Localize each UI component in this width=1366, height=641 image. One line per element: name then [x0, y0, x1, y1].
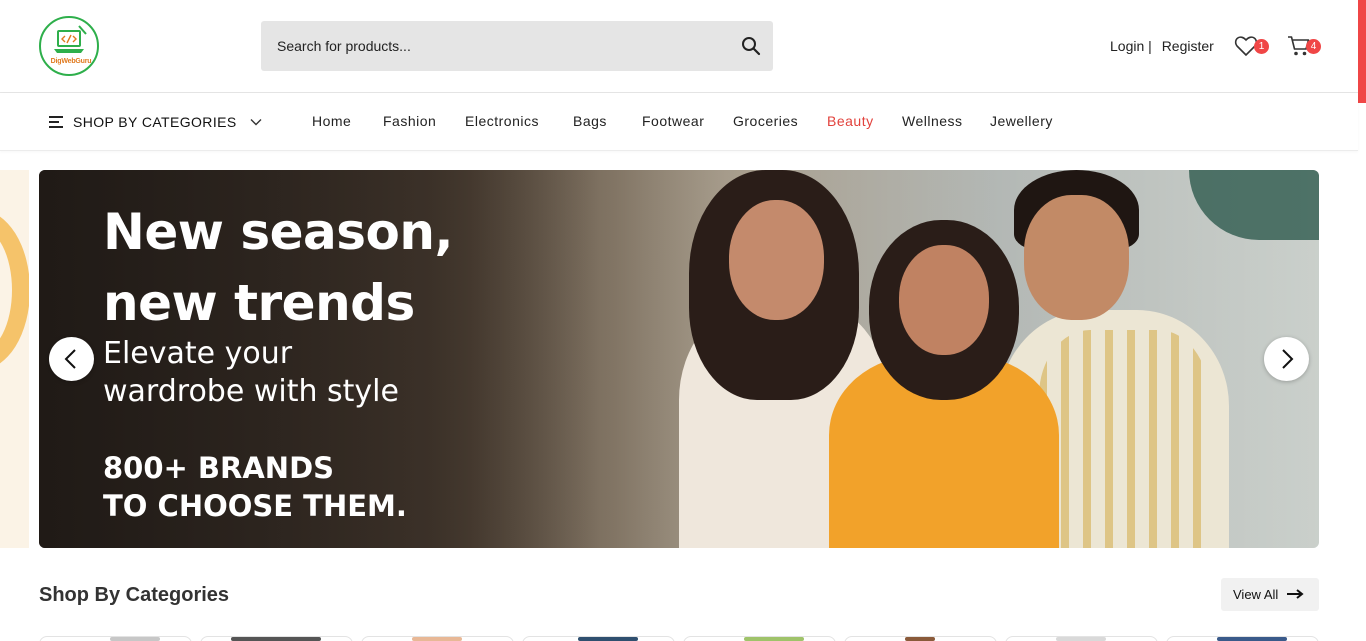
category-card[interactable] [844, 636, 997, 641]
shop-by-categories-dropdown[interactable]: SHOP BY CATEGORIES [49, 113, 262, 131]
category-card[interactable] [1005, 636, 1158, 641]
search-icon [742, 37, 761, 56]
category-card[interactable] [522, 636, 675, 641]
categories-label: SHOP BY CATEGORIES [73, 114, 237, 130]
laptop-code-icon [54, 25, 87, 53]
wishlist-button[interactable]: 1 [1234, 35, 1269, 57]
site-header: DigWebGuru Login | Register 1 4 [0, 0, 1358, 93]
wishlist-count-badge: 1 [1254, 39, 1269, 54]
nav-item-groceries[interactable]: Groceries [733, 113, 798, 129]
logo-text: DigWebGuru [50, 58, 92, 65]
chevron-right-icon [1282, 349, 1294, 369]
section-title: Shop By Categories [39, 584, 230, 606]
carousel-next-button[interactable] [1264, 337, 1309, 381]
chevron-left-icon [64, 349, 76, 369]
nav-item-fashion[interactable]: Fashion [383, 113, 436, 129]
menu-icon [49, 116, 63, 128]
view-all-button[interactable]: View All [1221, 578, 1319, 611]
nav-item-footwear[interactable]: Footwear [642, 113, 704, 129]
auth-links: Login | Register [1110, 38, 1214, 54]
nav-item-beauty[interactable]: Beauty [827, 113, 874, 129]
banner-subline-1: Elevate your [103, 336, 293, 371]
search-bar [261, 21, 773, 71]
nav-item-bags[interactable]: Bags [573, 113, 607, 129]
banner-brands-2: TO CHOOSE THEM. [103, 489, 407, 523]
main-nav: SHOP BY CATEGORIES Home Fashion Electron… [0, 93, 1358, 151]
cart-button[interactable]: 4 [1287, 35, 1321, 57]
login-link[interactable]: Login [1110, 38, 1144, 54]
carousel-prev-button[interactable] [49, 337, 94, 381]
category-card[interactable] [39, 636, 192, 641]
scrollbar-thumb[interactable] [1358, 0, 1366, 103]
category-card[interactable] [1166, 636, 1319, 641]
site-logo[interactable]: DigWebGuru [39, 16, 99, 76]
category-card[interactable] [683, 636, 836, 641]
banner-subline-2: wardrobe with style [103, 374, 399, 409]
search-button[interactable] [741, 36, 761, 56]
chevron-down-icon [250, 119, 262, 126]
previous-slide-peek [0, 170, 29, 548]
banner-headline-2: new trends [103, 274, 415, 332]
banner-brands-1: 800+ BRANDS [103, 451, 335, 485]
arrow-right-icon [1287, 589, 1304, 599]
register-link[interactable]: Register [1162, 38, 1214, 54]
cart-count-badge: 4 [1306, 39, 1321, 54]
nav-item-home[interactable]: Home [312, 113, 351, 129]
nav-item-electronics[interactable]: Electronics [465, 113, 539, 129]
auth-separator: | [1148, 38, 1152, 54]
category-card[interactable] [361, 636, 514, 641]
nav-item-wellness[interactable]: Wellness [902, 113, 963, 129]
banner-headline-1: New season, [103, 203, 453, 261]
category-card[interactable] [200, 636, 353, 641]
view-all-label: View All [1233, 587, 1279, 602]
search-input[interactable] [261, 21, 721, 71]
hero-banner[interactable]: New season, new trends Elevate your ward… [39, 170, 1319, 548]
category-cards [39, 636, 1319, 641]
nav-item-jewellery[interactable]: Jewellery [990, 113, 1053, 129]
